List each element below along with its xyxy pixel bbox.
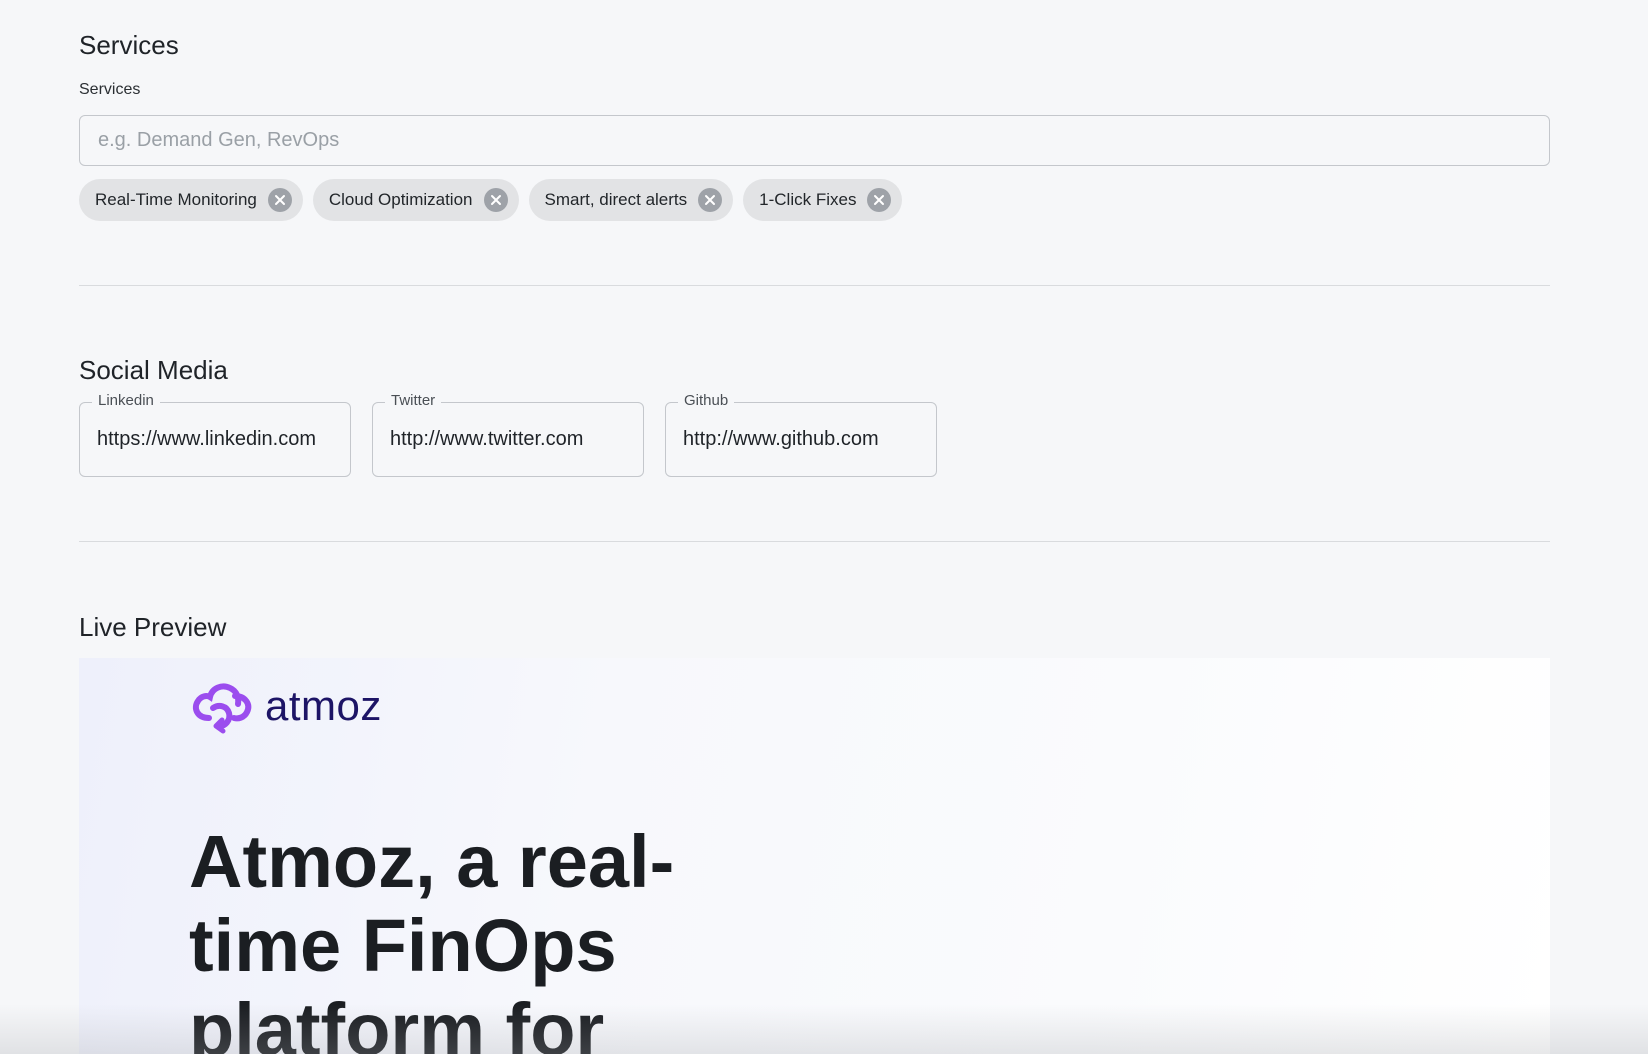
github-label: Github (678, 392, 735, 409)
service-chip: Cloud Optimization (312, 179, 519, 221)
brand-name: atmoz (265, 682, 382, 729)
linkedin-field: Linkedin (79, 392, 351, 477)
chip-label: Cloud Optimization (328, 190, 473, 209)
section-divider (79, 285, 1550, 286)
service-chip: Smart, direct alerts (528, 179, 734, 221)
remove-chip-icon[interactable] (698, 188, 723, 212)
remove-chip-icon[interactable] (483, 188, 508, 212)
services-section-title: Services (79, 30, 179, 60)
hero-line: time FinOps (189, 904, 617, 987)
services-input[interactable] (79, 115, 1550, 166)
github-input[interactable] (666, 403, 936, 476)
chip-label: Smart, direct alerts (544, 190, 688, 209)
chip-label: 1-Click Fixes (759, 190, 857, 209)
twitter-label: Twitter (385, 392, 442, 409)
services-chip-list: Real-Time Monitoring Cloud Optimization … (79, 179, 903, 221)
twitter-field: Twitter (372, 392, 644, 477)
service-chip: 1-Click Fixes (743, 179, 903, 221)
cloud-sync-icon (192, 683, 252, 734)
linkedin-label: Linkedin (92, 392, 160, 409)
brand-logo: atmoz (189, 678, 382, 734)
service-chip: Real-Time Monitoring (79, 179, 303, 221)
github-field: Github (665, 392, 937, 477)
services-field-label: Services (79, 81, 141, 98)
section-divider (79, 541, 1550, 542)
remove-chip-icon[interactable] (867, 188, 892, 212)
social-section-title: Social Media (79, 355, 228, 385)
live-preview-panel: atmoz Atmoz, a real- time FinOps platfor… (79, 658, 1550, 1054)
linkedin-input[interactable] (80, 403, 350, 476)
preview-section-title: Live Preview (79, 612, 227, 642)
remove-chip-icon[interactable] (267, 188, 292, 212)
chip-label: Real-Time Monitoring (95, 190, 257, 209)
bottom-shadow (0, 1004, 1648, 1054)
twitter-input[interactable] (373, 403, 643, 476)
hero-line: Atmoz, a real- (189, 820, 675, 903)
